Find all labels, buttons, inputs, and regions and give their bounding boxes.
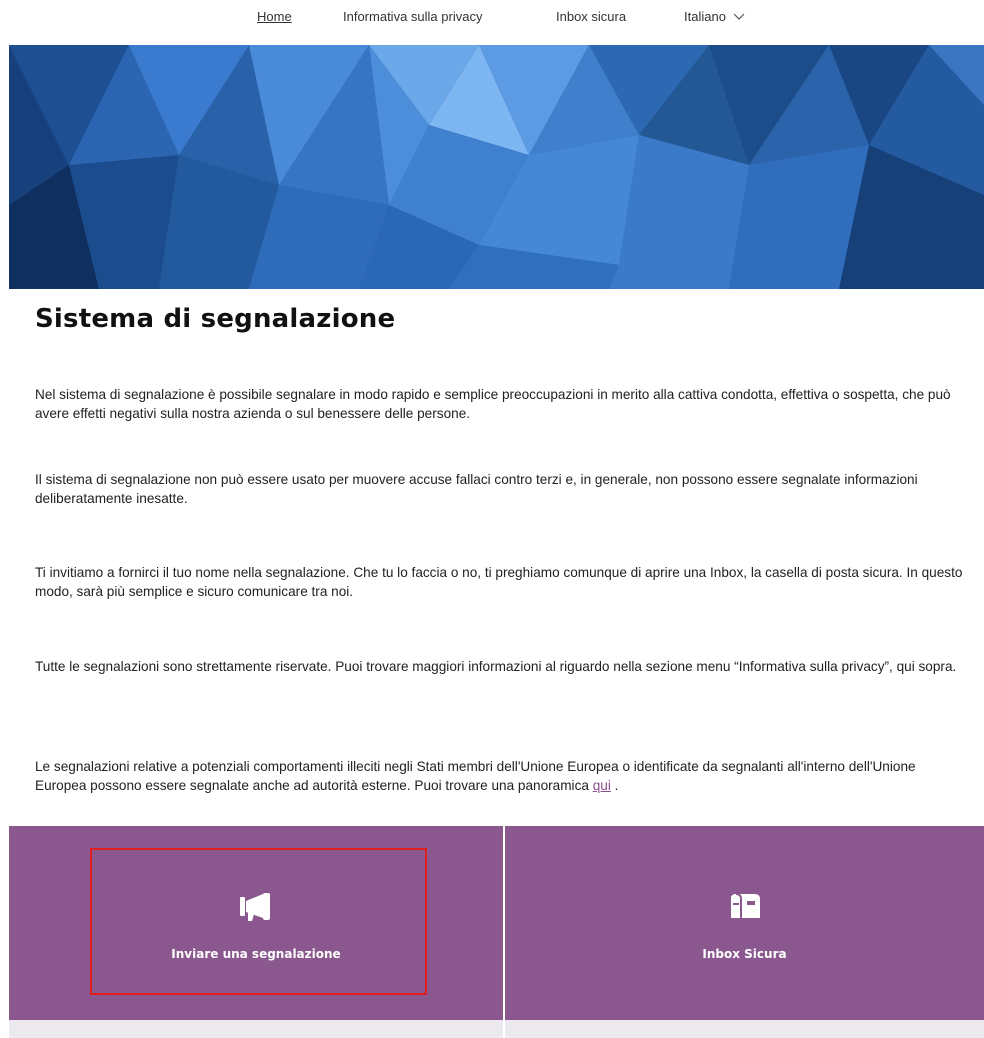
megaphone-icon	[240, 893, 270, 921]
mailbox-icon	[730, 893, 760, 918]
nav-inbox-link[interactable]: Inbox sicura	[556, 9, 626, 24]
intro-paragraph-1: Nel sistema di segnalazione è possibile …	[35, 387, 951, 421]
paragraph-5-end: .	[610, 778, 619, 793]
hero-polygon-pattern	[9, 45, 984, 289]
top-nav: Home Informativa sulla privacy Inbox sic…	[0, 0, 984, 40]
intro-paragraph-3: Ti invitiamo a fornirci il tuo nome nell…	[35, 565, 963, 599]
language-selector[interactable]: Italiano	[684, 9, 745, 24]
intro-paragraph-4: Tutte le segnalazioni sono strettamente …	[35, 659, 957, 674]
nav-home-link[interactable]: Home	[257, 9, 292, 24]
send-report-label: Inviare una segnalazione	[171, 947, 341, 961]
chevron-down-icon	[733, 13, 745, 20]
hero-banner	[9, 45, 984, 289]
send-report-button[interactable]: Inviare una segnalazione	[9, 826, 503, 1020]
tile-footer-right	[505, 1020, 984, 1038]
secure-inbox-label: Inbox Sicura	[702, 947, 787, 961]
intro-paragraph-2: Il sistema di segnalazione non può esser…	[35, 472, 918, 506]
paragraph-5-text: Le segnalazioni relative a potenziali co…	[35, 759, 916, 793]
intro-paragraph-5: Le segnalazioni relative a potenziali co…	[35, 757, 970, 795]
action-tiles: Inviare una segnalazione Inbox Sicura	[9, 826, 984, 1020]
secure-inbox-button[interactable]: Inbox Sicura	[505, 826, 984, 1020]
authorities-overview-link[interactable]: qui	[593, 778, 611, 793]
language-label: Italiano	[684, 9, 726, 24]
tile-footer-left	[9, 1020, 503, 1038]
page-title: Sistema di segnalazione	[35, 304, 396, 334]
nav-privacy-link[interactable]: Informativa sulla privacy	[343, 9, 482, 24]
